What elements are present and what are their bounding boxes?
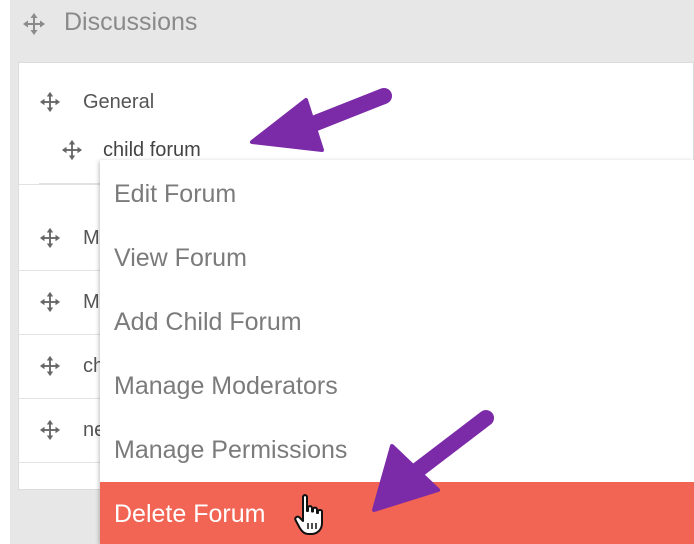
menu-item-view-forum[interactable]: View Forum: [100, 226, 694, 290]
forum-label[interactable]: M: [83, 225, 100, 251]
drag-handle-icon[interactable]: [39, 419, 61, 441]
arrow-icon: [372, 410, 494, 512]
menu-item-edit-forum[interactable]: Edit Forum: [100, 162, 694, 226]
forum-label[interactable]: M: [83, 289, 100, 315]
drag-handle-icon[interactable]: [22, 12, 46, 36]
discussions-header: Discussions: [10, 0, 694, 52]
drag-handle-icon[interactable]: [39, 227, 61, 249]
drag-handle-icon[interactable]: [39, 291, 61, 313]
page-title: Discussions: [64, 8, 198, 36]
drag-handle-icon[interactable]: [39, 91, 61, 113]
forum-label[interactable]: General: [83, 89, 154, 115]
menu-item-add-child-forum[interactable]: Add Child Forum: [100, 290, 694, 354]
arrow-icon: [250, 88, 392, 152]
drag-handle-icon[interactable]: [39, 355, 61, 377]
hand-pointer-icon: [294, 494, 323, 535]
drag-handle-icon[interactable]: [61, 139, 83, 161]
